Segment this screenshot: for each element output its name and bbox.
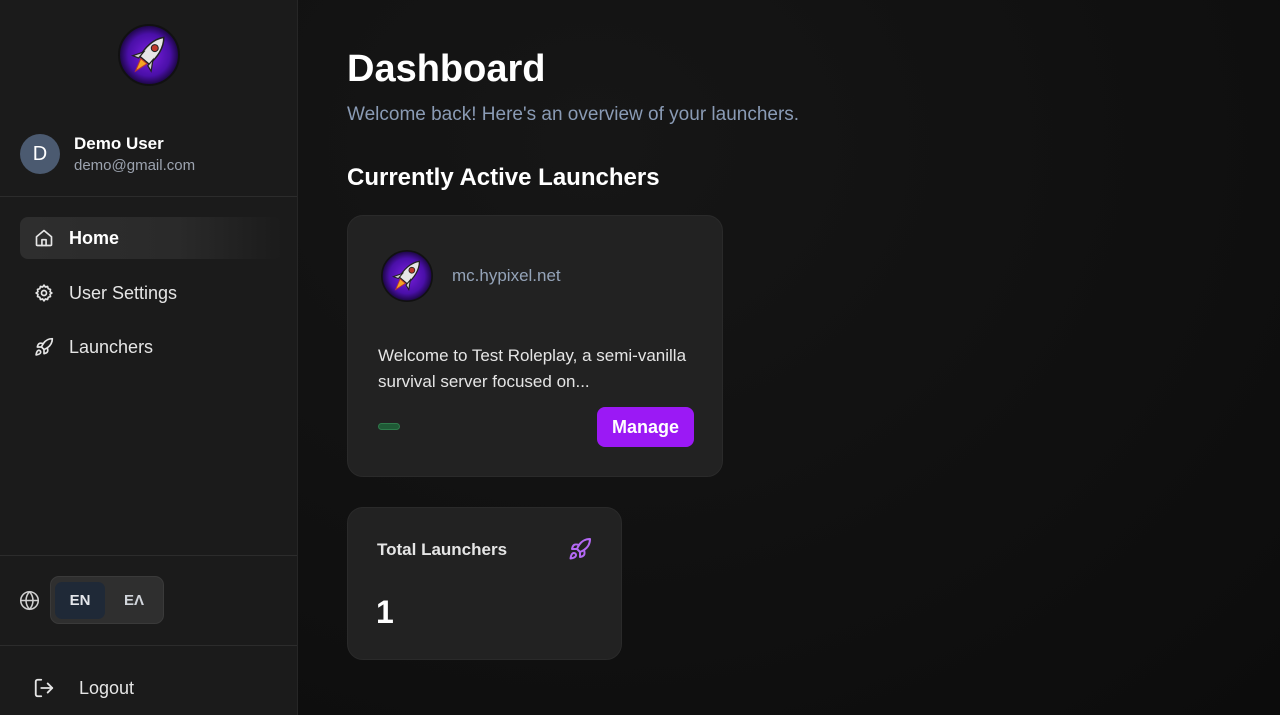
sidebar-divider xyxy=(0,196,297,197)
rocket-icon xyxy=(568,537,592,561)
user-name: Demo User xyxy=(74,134,164,153)
status-indicator xyxy=(378,423,400,430)
manage-button[interactable]: Manage xyxy=(597,407,694,447)
launcher-card: mc.hypixel.net Welcome to Test Roleplay,… xyxy=(347,215,723,477)
launcher-description: Welcome to Test Roleplay, a semi-vanilla… xyxy=(378,346,687,391)
stat-label: Total Launchers xyxy=(377,540,508,559)
section-title-active-launchers: Currently Active Launchers xyxy=(347,164,660,191)
sidebar: D Demo User demo@gmail.com Home User Set xyxy=(0,0,298,715)
sidebar-item-label: User Settings xyxy=(69,283,178,303)
page-title: Dashboard xyxy=(347,48,546,90)
page-subtitle: Welcome back! Here's an overview of your… xyxy=(347,104,800,125)
rocket-icon xyxy=(34,337,54,357)
total-launchers-card: Total Launchers 1 xyxy=(347,507,622,660)
main-content: Dashboard Welcome back! Here's an overvi… xyxy=(298,0,1280,715)
stat-value: 1 xyxy=(376,594,394,630)
language-option-en[interactable]: EN xyxy=(55,582,105,619)
language-toggle: EN ΕΛ xyxy=(50,576,164,624)
user-email: demo@gmail.com xyxy=(74,157,196,174)
logout-icon xyxy=(33,677,55,699)
launcher-logo xyxy=(381,250,433,302)
avatar: D xyxy=(20,134,60,174)
language-option-el[interactable]: ΕΛ xyxy=(109,582,159,619)
launcher-host: mc.hypixel.net xyxy=(452,266,561,285)
gear-icon xyxy=(34,283,54,303)
sidebar-item-home[interactable]: Home xyxy=(20,217,282,259)
globe-icon xyxy=(19,590,40,611)
logout-button[interactable]: Logout xyxy=(33,668,233,708)
sidebar-item-launchers[interactable]: Launchers xyxy=(20,326,282,368)
sidebar-item-user-settings[interactable]: User Settings xyxy=(20,272,282,314)
app-root: D Demo User demo@gmail.com Home User Set xyxy=(0,0,1280,715)
sidebar-item-label: Launchers xyxy=(69,337,154,357)
app-logo[interactable] xyxy=(118,24,180,86)
sidebar-divider xyxy=(0,645,297,646)
user-profile: D Demo User demo@gmail.com xyxy=(20,132,290,176)
logout-label: Logout xyxy=(79,678,135,698)
sidebar-divider xyxy=(0,555,297,556)
home-icon xyxy=(34,228,54,248)
language-selector: EN ΕΛ xyxy=(19,576,279,624)
sidebar-item-label: Home xyxy=(69,228,120,248)
